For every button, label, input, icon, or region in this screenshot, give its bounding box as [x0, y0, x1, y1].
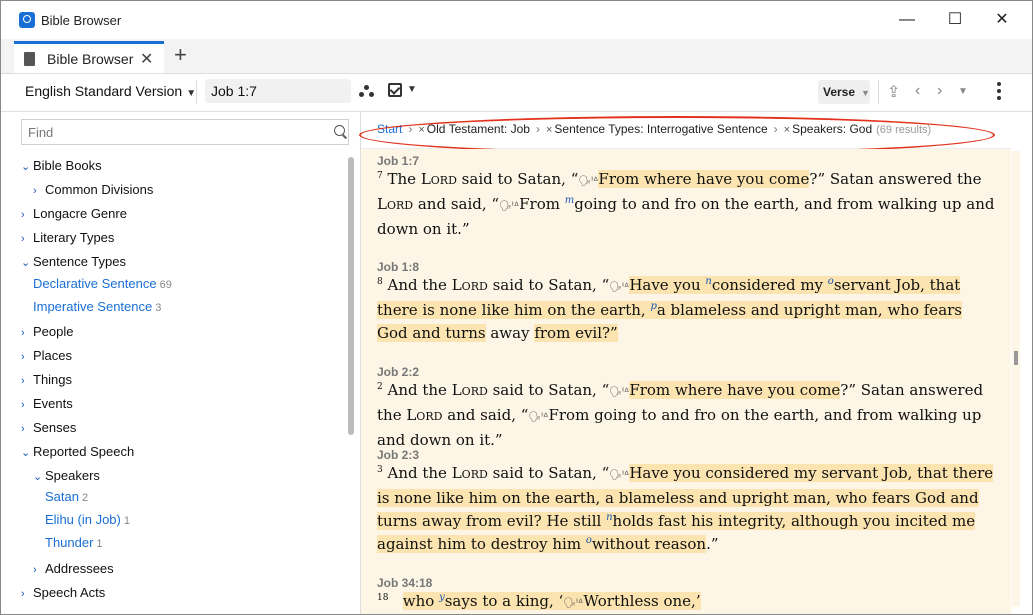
results-scrollbar[interactable] — [1012, 151, 1020, 607]
result-reference[interactable]: Job 1:8 — [377, 260, 419, 274]
more-options-icon[interactable] — [997, 82, 1001, 103]
tree-node-people[interactable]: › People — [21, 324, 73, 339]
chevron-right-icon: › — [21, 209, 25, 221]
tree-leaf-imperative-sentence[interactable]: Imperative Sentence 3 — [33, 299, 161, 314]
toolbar: English Standard Version ▼ Job 1:7 ▼ Vers… — [1, 74, 1032, 112]
tree-node-reported-speech[interactable]: ⌄ Reported Speech — [21, 444, 134, 459]
version-selector[interactable]: English Standard Version ▼ — [25, 83, 196, 99]
tab-bar: Bible Browser ✕ + — [1, 39, 1032, 74]
search-icon[interactable] — [334, 125, 345, 136]
tree-node-bible-books[interactable]: ⌄ Bible Books — [21, 158, 102, 173]
tab-bible-browser[interactable]: Bible Browser ✕ — [14, 41, 164, 73]
result-passage: 3 And the Lord said to Satan, “🗣ᑊᐞHave y… — [377, 464, 994, 553]
new-tab-button[interactable]: + — [174, 44, 187, 66]
tree-node-speech-acts[interactable]: › Speech Acts — [21, 585, 105, 600]
history-chevron-icon[interactable]: ▼ — [958, 86, 968, 97]
tree-node-literary-types[interactable]: › Literary Types — [21, 230, 114, 245]
result-passage: 2 And the Lord said to Satan, “🗣ᑊᐞFrom w… — [377, 381, 984, 449]
share-icon[interactable]: ⇪ — [887, 82, 900, 102]
tree-node-events[interactable]: › Events — [21, 396, 73, 411]
chevron-down-icon: ▼ — [186, 88, 197, 99]
forward-icon[interactable]: › — [937, 82, 942, 100]
app-window: Bible Browser — ☐ ✕ Bible Browser ✕ + En… — [0, 0, 1033, 615]
sidebar-scrollbar[interactable] — [348, 157, 354, 435]
verse-mode-dropdown[interactable]: Verse ▼ — [818, 80, 870, 104]
result-reference[interactable]: Job 2:2 — [377, 365, 419, 379]
version-label: English Standard Version — [25, 83, 183, 99]
chevron-right-icon: › — [21, 351, 25, 363]
tree-leaf-satan[interactable]: Satan 2 — [45, 489, 88, 504]
sidebar: Find ⌄ Bible Books › Common Divisions › Lon… — [1, 112, 361, 614]
chevron-down-icon: ⌄ — [33, 471, 43, 483]
search-results: Job 1:7 7 The Lord said to Satan, “🗣ᑊᐞFr… — [361, 149, 1011, 614]
maximize-button[interactable]: ☐ — [943, 9, 967, 31]
tree-leaf-thunder[interactable]: Thunder 1 — [45, 535, 103, 550]
chevron-right-icon: › — [21, 588, 25, 600]
close-window-button[interactable]: ✕ — [990, 9, 1014, 31]
chevron-down-icon: ⌄ — [21, 447, 31, 459]
results-panel: Start › × Old Testament: Job › × Sentence Type… — [359, 112, 1011, 614]
checkbox-filter-icon[interactable] — [388, 83, 402, 97]
result-reference[interactable]: Job 34:18 — [377, 576, 432, 590]
result-reference[interactable]: Job 1:7 — [377, 154, 419, 168]
chevron-down-icon[interactable]: ▼ — [407, 84, 417, 95]
chevron-right-icon: › — [21, 233, 25, 245]
tree-leaf-elihu[interactable]: Elihu (in Job) 1 — [45, 512, 130, 527]
breadcrumb: Start › × Old Testament: Job › × Sentence Type… — [359, 112, 1011, 154]
breadcrumb-row: Start › × Old Testament: Job › × Sentence Type… — [359, 116, 995, 154]
divider — [878, 80, 879, 104]
chevron-right-icon: › — [21, 423, 25, 435]
visual-filter-icon[interactable] — [359, 85, 375, 99]
chevron-right-icon: › — [21, 375, 25, 387]
chevron-right-icon: › — [21, 327, 25, 339]
verse-mode-label: Verse — [823, 85, 856, 99]
chevron-down-icon: ▼ — [861, 88, 870, 98]
tree-node-addressees[interactable]: › Addressees — [33, 561, 114, 576]
chevron-right-icon: › — [33, 185, 37, 197]
result-passage: 7 The Lord said to Satan, “🗣ᑊᐞFrom where… — [377, 170, 995, 238]
tab-label: Bible Browser — [47, 51, 134, 67]
tab-close-button[interactable]: ✕ — [140, 49, 153, 69]
chevron-down-icon: ⌄ — [21, 257, 31, 269]
reference-input[interactable]: Job 1:7 — [205, 79, 351, 103]
tree-node-common-divisions[interactable]: › Common Divisions — [33, 182, 153, 197]
title-bar: Bible Browser — ☐ ✕ — [1, 1, 1032, 39]
tree-node-speakers[interactable]: ⌄ Speakers — [33, 468, 100, 483]
tree-node-senses[interactable]: › Senses — [21, 420, 76, 435]
back-icon[interactable]: ‹ — [915, 82, 920, 100]
tree-node-places[interactable]: › Places — [21, 348, 72, 363]
chevron-right-icon: › — [33, 564, 37, 576]
result-reference[interactable]: Job 2:3 — [377, 448, 419, 462]
minimize-button[interactable]: — — [895, 9, 919, 31]
tree-leaf-declarative-sentence[interactable]: Declarative Sentence 69 — [33, 276, 172, 291]
tree-node-things[interactable]: › Things — [21, 372, 72, 387]
result-passage: 18 who ysays to a king, ‘🗣ᑊᐞWorthless on… — [377, 592, 701, 610]
scrollbar-thumb[interactable] — [1014, 351, 1018, 365]
document-icon — [24, 52, 35, 66]
app-logo-icon — [19, 12, 35, 28]
chevron-down-icon: ⌄ — [21, 161, 31, 173]
divider — [196, 80, 197, 104]
tree-node-longacre-genre[interactable]: › Longacre Genre — [21, 206, 127, 221]
result-passage: 8 And the Lord said to Satan, “🗣ᑊᐞHave y… — [377, 276, 962, 342]
chevron-right-icon: › — [21, 399, 25, 411]
window-title: Bible Browser — [41, 13, 122, 28]
find-input[interactable]: Find — [21, 119, 349, 145]
tree-node-sentence-types[interactable]: ⌄ Sentence Types — [21, 254, 126, 269]
